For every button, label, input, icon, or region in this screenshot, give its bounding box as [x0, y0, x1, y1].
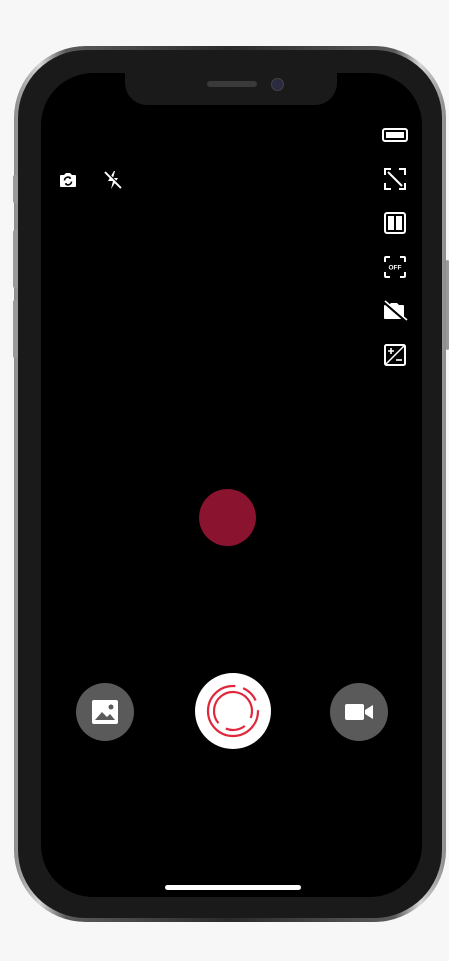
- mute-switch: [13, 175, 18, 203]
- focus-off-icon[interactable]: OFF: [381, 253, 409, 281]
- exposure-icon[interactable]: [381, 341, 409, 369]
- shutter-button[interactable]: [195, 673, 271, 749]
- camera-screen: OFF: [41, 73, 422, 897]
- camera-switch-icon[interactable]: [56, 168, 80, 192]
- split-view-icon[interactable]: [381, 209, 409, 237]
- volume-up-button: [13, 230, 18, 288]
- home-indicator[interactable]: [165, 885, 301, 890]
- focus-off-label: OFF: [389, 265, 402, 272]
- video-camera-icon: [345, 704, 373, 720]
- earpiece-speaker: [207, 81, 257, 87]
- crop-icon[interactable]: [381, 165, 409, 193]
- flash-off-icon[interactable]: [100, 167, 126, 193]
- video-mode-button[interactable]: [330, 683, 388, 741]
- front-camera: [271, 78, 284, 91]
- volume-down-button: [13, 300, 18, 358]
- shutter-ring-icon: [206, 684, 260, 738]
- gallery-icon: [92, 700, 118, 724]
- hdr-off-icon[interactable]: [381, 297, 409, 325]
- record-indicator-dot: [199, 489, 256, 546]
- gallery-button[interactable]: [76, 683, 134, 741]
- notch: [125, 73, 337, 105]
- aspect-ratio-icon[interactable]: [381, 124, 409, 146]
